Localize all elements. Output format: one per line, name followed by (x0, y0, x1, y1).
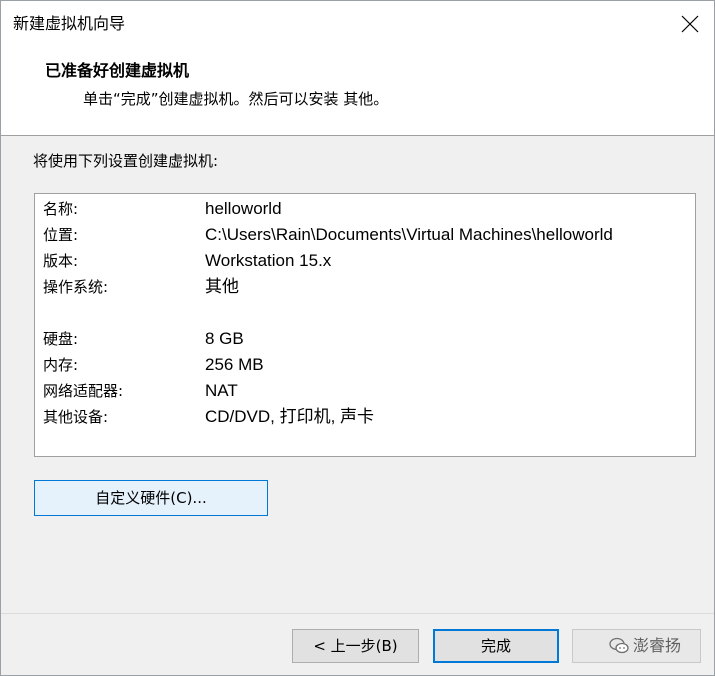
summary-row-devices: 其他设备: CD/DVD, 打印机, 声卡 (35, 404, 695, 430)
summary-value: 256 MB (205, 355, 264, 374)
summary-value: 8 GB (205, 329, 244, 348)
summary-row-os: 操作系统: 其他 (35, 274, 695, 300)
summary-row-version: 版本: Workstation 15.x (35, 248, 695, 274)
summary-key: 内存: (43, 356, 79, 374)
wizard-header: 已准备好创建虚拟机 单击“完成”创建虚拟机。然后可以安装 其他。 (1, 47, 714, 136)
back-button[interactable]: < 上一步(B) (292, 629, 419, 663)
header-title: 已准备好创建虚拟机 (45, 61, 190, 80)
summary-key: 版本: (43, 252, 79, 270)
summary-value: helloworld (205, 199, 282, 218)
summary-row-network: 网络适配器: NAT (35, 378, 695, 404)
summary-value: NAT (205, 381, 238, 400)
window-title: 新建虚拟机向导 (13, 14, 126, 33)
summary-key: 名称: (43, 200, 79, 218)
summary-key: 位置: (43, 226, 79, 244)
customize-hardware-button[interactable]: 自定义硬件(C)... (34, 480, 268, 516)
wizard-window: 新建虚拟机向导 已准备好创建虚拟机 单击“完成”创建虚拟机。然后可以安装 其他。… (0, 0, 715, 676)
summary-row-memory: 内存: 256 MB (35, 352, 695, 378)
summary-key: 操作系统: (43, 278, 109, 296)
summary-value: C:\Users\Rain\Documents\Virtual Machines… (205, 225, 613, 244)
close-icon (681, 15, 699, 33)
close-button[interactable] (672, 6, 708, 42)
footer-divider (1, 613, 714, 614)
settings-summary: 名称: helloworld 位置: C:\Users\Rain\Documen… (34, 193, 696, 457)
summary-value: Workstation 15.x (205, 251, 332, 270)
summary-key: 其他设备: (43, 408, 109, 426)
chat-bubble-icon (609, 637, 629, 654)
summary-row-disk: 硬盘: 8 GB (35, 326, 695, 352)
intro-text: 将使用下列设置创建虚拟机: (33, 152, 219, 170)
summary-key: 硬盘: (43, 330, 79, 348)
finish-button[interactable]: 完成 (433, 629, 559, 663)
watermark-text: 澎睿扬 (633, 636, 682, 655)
header-subtitle: 单击“完成”创建虚拟机。然后可以安装 其他。 (83, 90, 389, 108)
summary-row-name: 名称: helloworld (35, 196, 695, 222)
title-bar: 新建虚拟机向导 (1, 1, 714, 47)
summary-value: 其他 (205, 277, 239, 296)
summary-row-location: 位置: C:\Users\Rain\Documents\Virtual Mach… (35, 222, 695, 248)
summary-key: 网络适配器: (43, 382, 124, 400)
summary-value: CD/DVD, 打印机, 声卡 (205, 407, 375, 426)
